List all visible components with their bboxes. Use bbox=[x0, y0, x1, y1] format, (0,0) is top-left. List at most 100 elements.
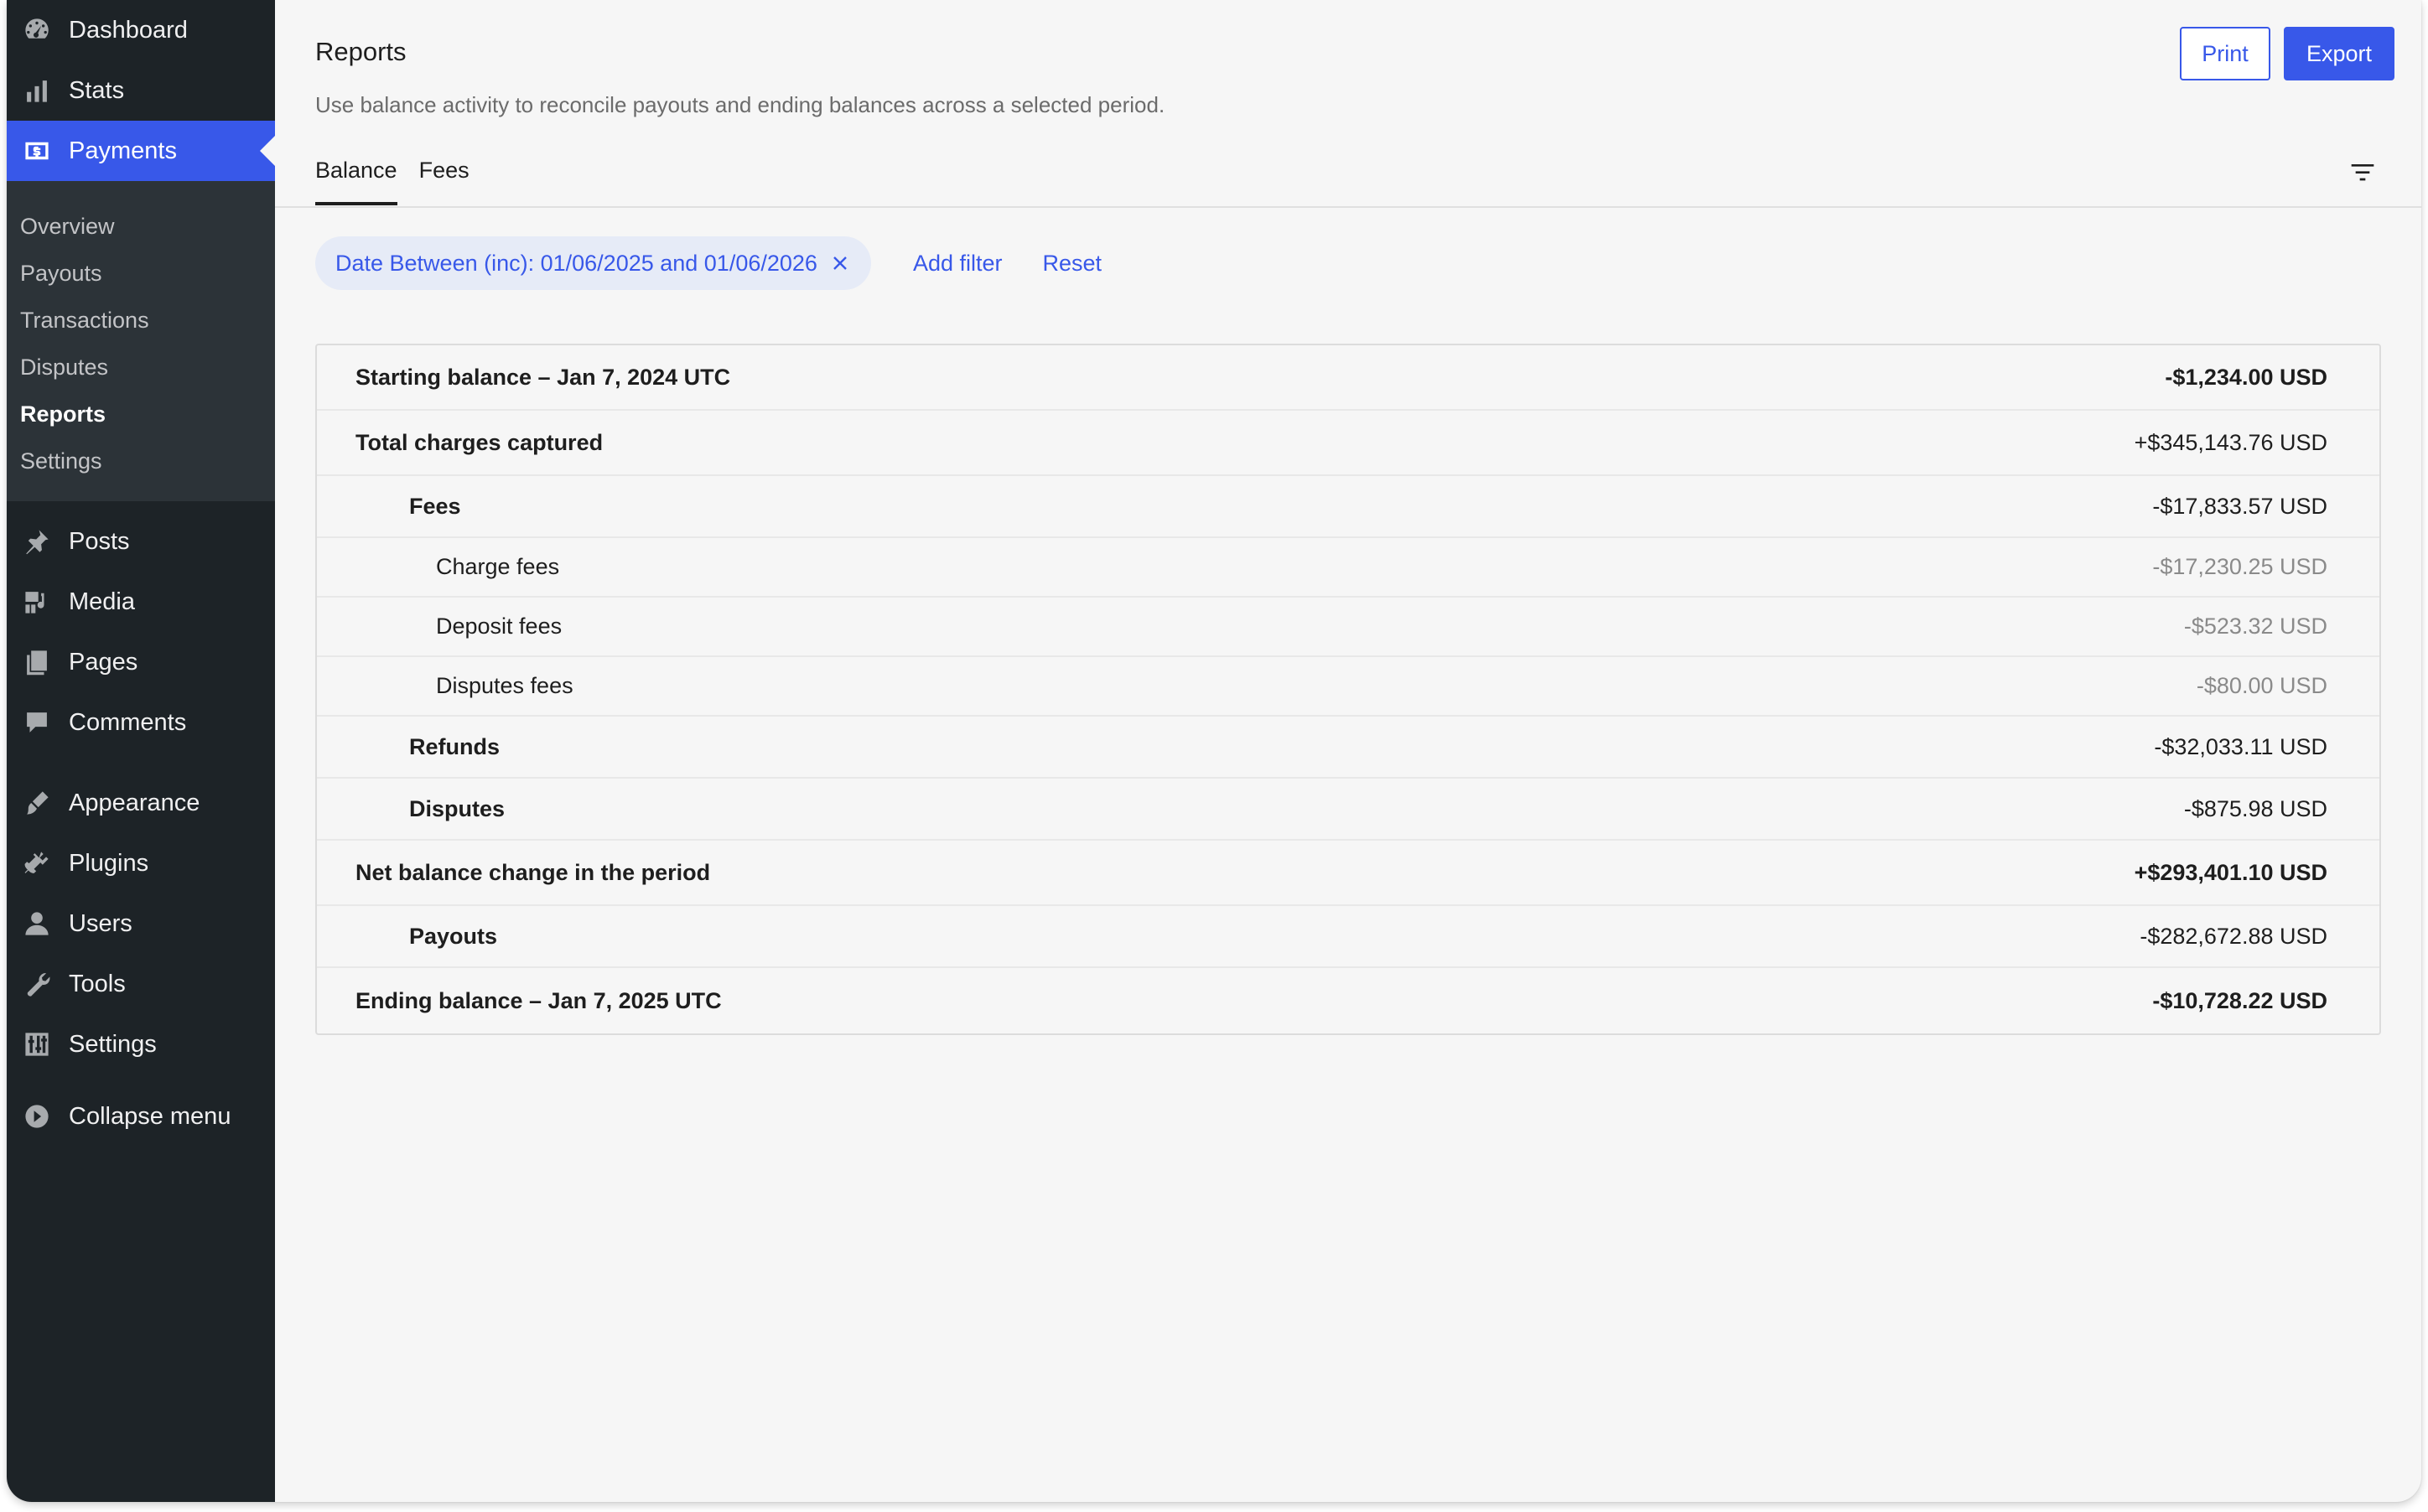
pin-icon bbox=[22, 526, 52, 557]
sidebar-item-dashboard[interactable]: Dashboard bbox=[7, 0, 275, 60]
sidebar-item-label: Payments bbox=[69, 137, 177, 164]
date-filter-label: Date Between (inc): 01/06/2025 and 01/06… bbox=[335, 250, 817, 276]
row-amount: -$523.32 USD bbox=[2183, 614, 2327, 639]
row-amount: -$32,033.11 USD bbox=[2154, 733, 2327, 759]
sidebar-item-stats[interactable]: Stats bbox=[7, 60, 275, 121]
submenu-item-disputes[interactable]: Disputes bbox=[7, 344, 275, 391]
tab-fees[interactable]: Fees bbox=[419, 158, 470, 205]
table-row: Total charges captured +$345,143.76 USD bbox=[317, 411, 2379, 476]
sidebar-item-label: Pages bbox=[69, 648, 138, 676]
row-amount: -$875.98 USD bbox=[2183, 795, 2327, 821]
page-description: Use balance activity to reconcile payout… bbox=[315, 92, 1165, 117]
sidebar-item-users[interactable]: Users bbox=[7, 893, 275, 954]
report-tabs: Balance Fees bbox=[315, 158, 470, 205]
reset-filters-link[interactable]: Reset bbox=[1043, 251, 1102, 277]
table-row: Net balance change in the period +$293,4… bbox=[317, 841, 2379, 906]
filter-icon[interactable] bbox=[2346, 156, 2379, 189]
row-label: Charge fees bbox=[436, 554, 560, 579]
plugin-icon bbox=[22, 848, 52, 878]
row-label: Fees bbox=[409, 493, 461, 519]
sidebar-item-label: Posts bbox=[69, 527, 130, 555]
date-filter-chip[interactable]: Date Between (inc): 01/06/2025 and 01/06… bbox=[315, 236, 871, 290]
sidebar-item-label: Comments bbox=[69, 708, 187, 736]
user-icon bbox=[22, 909, 52, 939]
sidebar-item-tools[interactable]: Tools bbox=[7, 954, 275, 1014]
row-amount: +$345,143.76 USD bbox=[2134, 429, 2327, 455]
row-amount: -$10,728.22 USD bbox=[2152, 987, 2327, 1013]
table-row: Disputes fees -$80.00 USD bbox=[317, 657, 2379, 717]
row-amount: -$80.00 USD bbox=[2196, 673, 2327, 698]
page-header: Reports Use balance activity to reconcil… bbox=[275, 0, 2421, 208]
wrench-icon bbox=[22, 969, 52, 999]
dashboard-icon bbox=[22, 15, 52, 45]
row-amount: -$17,833.57 USD bbox=[2152, 493, 2327, 519]
payments-submenu: Overview Payouts Transactions Disputes R… bbox=[7, 181, 275, 501]
row-label: Ending balance – Jan 7, 2025 UTC bbox=[355, 987, 722, 1013]
row-label: Disputes bbox=[409, 795, 506, 821]
add-filter-link[interactable]: Add filter bbox=[913, 251, 1003, 277]
sidebar-item-media[interactable]: Media bbox=[7, 572, 275, 632]
table-row: Charge fees -$17,230.25 USD bbox=[317, 538, 2379, 598]
sidebar-item-payments[interactable]: Payments bbox=[7, 121, 275, 181]
close-icon[interactable] bbox=[829, 252, 851, 274]
table-row: Fees -$17,833.57 USD bbox=[317, 476, 2379, 538]
sidebar-item-label: Appearance bbox=[69, 789, 200, 816]
brush-icon bbox=[22, 788, 52, 818]
row-label: Deposit fees bbox=[436, 614, 563, 639]
sidebar-item-label: Settings bbox=[69, 1030, 157, 1058]
sidebar-item-comments[interactable]: Comments bbox=[7, 692, 275, 753]
submenu-item-reports[interactable]: Reports bbox=[7, 391, 275, 438]
media-icon bbox=[22, 587, 52, 617]
row-amount: -$282,672.88 USD bbox=[2140, 923, 2327, 949]
table-row: Deposit fees -$523.32 USD bbox=[317, 598, 2379, 657]
row-label: Payouts bbox=[409, 923, 498, 949]
tab-balance[interactable]: Balance bbox=[315, 158, 397, 205]
comment-icon bbox=[22, 707, 52, 738]
row-label: Starting balance – Jan 7, 2024 UTC bbox=[355, 364, 731, 390]
row-amount: -$1,234.00 USD bbox=[2165, 364, 2327, 390]
row-amount: -$17,230.25 USD bbox=[2152, 554, 2327, 579]
app-window: Dashboard Stats Payments Overview Payout… bbox=[7, 0, 2421, 1502]
table-row: Disputes -$875.98 USD bbox=[317, 779, 2379, 841]
filter-bar: Date Between (inc): 01/06/2025 and 01/06… bbox=[315, 236, 1102, 290]
row-label: Total charges captured bbox=[355, 429, 604, 455]
row-amount: +$293,401.10 USD bbox=[2134, 859, 2327, 885]
sidebar-item-label: Tools bbox=[69, 970, 126, 997]
settings-sliders-icon bbox=[22, 1029, 52, 1059]
payments-icon bbox=[22, 136, 52, 166]
sidebar-item-plugins[interactable]: Plugins bbox=[7, 833, 275, 893]
page-title: Reports bbox=[315, 37, 407, 66]
admin-sidebar: Dashboard Stats Payments Overview Payout… bbox=[7, 0, 275, 1502]
submenu-item-payouts[interactable]: Payouts bbox=[7, 250, 275, 297]
sidebar-item-appearance[interactable]: Appearance bbox=[7, 773, 275, 833]
collapse-menu-label: Collapse menu bbox=[69, 1102, 231, 1130]
sidebar-item-label: Media bbox=[69, 588, 135, 615]
row-label: Disputes fees bbox=[436, 673, 573, 698]
balance-report-table: Starting balance – Jan 7, 2024 UTC -$1,2… bbox=[315, 344, 2381, 1035]
collapse-menu-button[interactable]: Collapse menu bbox=[7, 1086, 275, 1147]
table-row: Payouts -$282,672.88 USD bbox=[317, 906, 2379, 968]
stats-icon bbox=[22, 75, 52, 106]
sidebar-item-label: Users bbox=[69, 909, 132, 937]
main-content: Reports Use balance activity to reconcil… bbox=[275, 0, 2421, 1502]
row-label: Net balance change in the period bbox=[355, 859, 711, 885]
print-button[interactable]: Print bbox=[2180, 27, 2270, 80]
sidebar-item-posts[interactable]: Posts bbox=[7, 511, 275, 572]
submenu-item-settings[interactable]: Settings bbox=[7, 438, 275, 484]
pages-icon bbox=[22, 647, 52, 677]
sidebar-item-settings[interactable]: Settings bbox=[7, 1014, 275, 1074]
collapse-icon bbox=[22, 1101, 52, 1131]
submenu-item-overview[interactable]: Overview bbox=[7, 203, 275, 250]
table-row: Starting balance – Jan 7, 2024 UTC -$1,2… bbox=[317, 345, 2379, 411]
sidebar-item-pages[interactable]: Pages bbox=[7, 632, 275, 692]
table-row: Ending balance – Jan 7, 2025 UTC -$10,72… bbox=[317, 968, 2379, 1033]
sidebar-item-label: Plugins bbox=[69, 849, 149, 877]
submenu-item-transactions[interactable]: Transactions bbox=[7, 297, 275, 344]
table-row: Refunds -$32,033.11 USD bbox=[317, 717, 2379, 779]
export-button[interactable]: Export bbox=[2284, 27, 2394, 80]
sidebar-item-label: Dashboard bbox=[69, 16, 188, 44]
row-label: Refunds bbox=[409, 733, 500, 759]
sidebar-item-label: Stats bbox=[69, 76, 125, 104]
